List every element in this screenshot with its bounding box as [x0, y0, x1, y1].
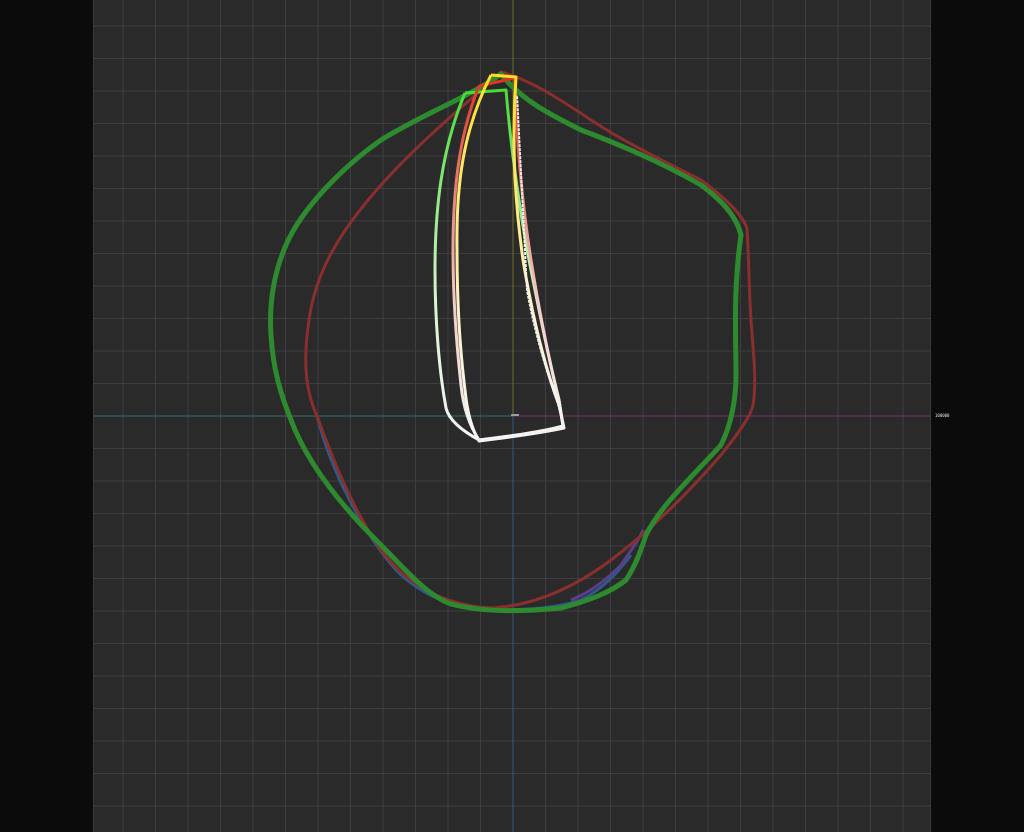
curve-editor-viewport[interactable] [93, 0, 931, 832]
outer-green-curve[interactable] [268, 71, 744, 614]
origin-marker [511, 414, 519, 416]
editor-window: 100000 [0, 0, 1024, 832]
axis-readout: 100000 [935, 413, 950, 418]
viewport-canvas[interactable] [94, 0, 931, 832]
outer-red-curve[interactable] [304, 70, 757, 610]
inner-white-curve[interactable] [478, 94, 565, 442]
